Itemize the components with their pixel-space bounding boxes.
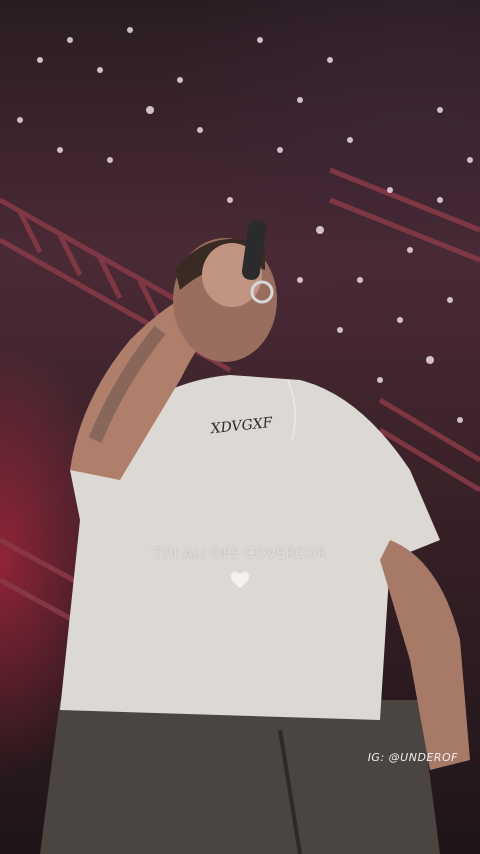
video-frame: XDVGXF TOI ALI OFF COVERCOR IG: @UNDEROF	[0, 0, 480, 854]
heart-icon[interactable]	[229, 569, 251, 591]
stage-lights	[17, 27, 473, 423]
pants	[40, 700, 440, 854]
instagram-watermark: IG: @UNDEROF	[367, 751, 458, 764]
concert-scene: XDVGXF	[0, 27, 480, 854]
lyric-caption: TOI ALI OFF COVERCOR	[152, 546, 328, 562]
